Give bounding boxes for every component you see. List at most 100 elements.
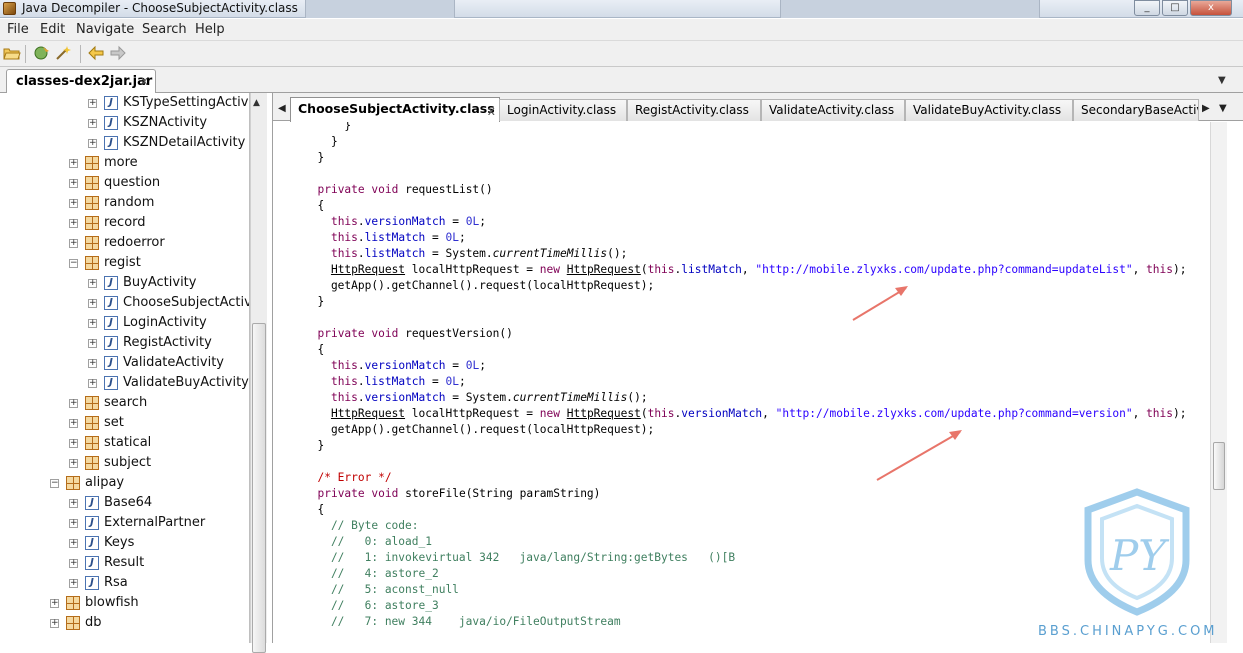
tree-node-record[interactable]: + record <box>69 214 249 234</box>
menu-help[interactable]: Help <box>195 22 225 37</box>
tree-node-base64[interactable]: + J Base64 <box>69 494 249 514</box>
tree-node-random[interactable]: + random <box>69 194 249 214</box>
tree-node-blowfish[interactable]: + blowfish <box>50 594 249 614</box>
chevron-down-icon[interactable]: ▼ <box>1218 75 1226 86</box>
expand-icon[interactable]: + <box>69 579 78 588</box>
tree-node-kstypesettingactivity[interactable]: + J KSTypeSettingActivity <box>88 94 249 114</box>
tab-label: LoginActivity.class <box>507 103 617 117</box>
search-wand-icon[interactable] <box>55 45 73 63</box>
tree-node-regist[interactable]: − regist <box>69 254 249 274</box>
scrollbar-thumb[interactable] <box>1213 442 1225 490</box>
code-view[interactable]: } } } private void requestList() { this.… <box>275 122 1210 643</box>
menu-navigate[interactable]: Navigate <box>76 22 134 37</box>
tab-choosesubjectactivity[interactable]: ChooseSubjectActivity.class x <box>290 97 500 122</box>
tree-node-label: blowfish <box>85 595 139 610</box>
code-line: // Byte code: <box>304 519 419 532</box>
expand-icon[interactable]: + <box>88 319 97 328</box>
expand-icon[interactable]: + <box>69 399 78 408</box>
tree-node-loginactivity[interactable]: + J LoginActivity <box>88 314 249 334</box>
expand-icon[interactable]: + <box>69 179 78 188</box>
tab-secondarybaseactivity[interactable]: SecondaryBaseActivit <box>1073 99 1199 121</box>
tree-node-registactivity[interactable]: + J RegistActivity <box>88 334 249 354</box>
tree-node-db[interactable]: + db <box>50 614 249 634</box>
back-arrow-icon[interactable] <box>87 45 105 63</box>
close-icon[interactable]: x <box>488 103 495 118</box>
tree-node-question[interactable]: + question <box>69 174 249 194</box>
code-line: // 4: astore_2 <box>304 567 439 580</box>
tree-node-result[interactable]: + J Result <box>69 554 249 574</box>
expand-icon[interactable]: + <box>88 139 97 148</box>
tree-node-rsa[interactable]: + J Rsa <box>69 574 249 594</box>
expand-icon[interactable]: + <box>69 499 78 508</box>
expand-icon[interactable]: + <box>69 559 78 568</box>
class-file-icon: J <box>85 496 99 510</box>
tree-node-externalpartner[interactable]: + J ExternalPartner <box>69 514 249 534</box>
collapse-icon[interactable]: − <box>50 479 59 488</box>
package-icon <box>85 196 99 210</box>
tab-scroll-right-icon[interactable]: ▶ <box>1202 103 1210 114</box>
menu-file[interactable]: File <box>7 22 29 37</box>
close-icon[interactable]: x <box>141 74 148 88</box>
code-line: HttpRequest localHttpRequest = new HttpR… <box>330 407 1187 420</box>
minimize-button[interactable]: _ <box>1134 0 1160 16</box>
tree-node-more[interactable]: + more <box>69 154 249 174</box>
expand-icon[interactable]: + <box>88 359 97 368</box>
tab-validateactivity[interactable]: ValidateActivity.class <box>761 99 905 121</box>
open-type-icon[interactable] <box>33 45 51 63</box>
tree-node-validateactivity[interactable]: + J ValidateActivity <box>88 354 249 374</box>
expand-icon[interactable]: + <box>69 419 78 428</box>
tree-node-redoerror[interactable]: + redoerror <box>69 234 249 254</box>
tree-node-search[interactable]: + search <box>69 394 249 414</box>
tree-node-set[interactable]: + set <box>69 414 249 434</box>
code-line: { <box>304 343 325 356</box>
open-file-icon[interactable] <box>3 45 21 63</box>
tree-node-keys[interactable]: + J Keys <box>69 534 249 554</box>
expand-icon[interactable]: + <box>88 379 97 388</box>
forward-arrow-icon[interactable] <box>109 45 127 63</box>
expand-icon[interactable]: + <box>88 339 97 348</box>
expand-icon[interactable]: + <box>69 219 78 228</box>
tree-node-subject[interactable]: + subject <box>69 454 249 474</box>
expand-icon[interactable]: + <box>88 99 97 108</box>
scrollbar-thumb[interactable] <box>252 323 266 653</box>
tab-registactivity[interactable]: RegistActivity.class <box>627 99 761 121</box>
tab-scroll-left-icon[interactable]: ◀ <box>278 103 286 114</box>
package-icon <box>85 256 99 270</box>
expand-icon[interactable]: + <box>69 539 78 548</box>
tree-node-statical[interactable]: + statical <box>69 434 249 454</box>
tree-node-alipay[interactable]: − alipay <box>50 474 249 494</box>
maximize-button[interactable]: □ <box>1162 0 1188 16</box>
tab-loginactivity[interactable]: LoginActivity.class <box>499 99 627 121</box>
tree-scrollbar[interactable]: ▲ <box>250 93 267 653</box>
expand-icon[interactable]: + <box>50 619 59 628</box>
expand-icon[interactable]: + <box>69 159 78 168</box>
tree-node-ksznactivity[interactable]: + J KSZNActivity <box>88 114 249 134</box>
menu-edit[interactable]: Edit <box>40 22 65 37</box>
collapse-icon[interactable]: − <box>69 259 78 268</box>
chevron-down-icon[interactable]: ▼ <box>1219 103 1227 114</box>
menu-search[interactable]: Search <box>142 22 187 37</box>
expand-icon[interactable]: + <box>88 299 97 308</box>
code-line: this.listMatch = 0L; <box>330 375 466 388</box>
tree-node-buyactivity[interactable]: + J BuyActivity <box>88 274 249 294</box>
code-scrollbar[interactable] <box>1210 122 1227 643</box>
tree-node-validatebuyactivity[interactable]: + J ValidateBuyActivity <box>88 374 249 394</box>
expand-icon[interactable]: + <box>50 599 59 608</box>
class-file-icon: J <box>104 276 118 290</box>
expand-icon[interactable]: + <box>88 119 97 128</box>
file-tab-classes-dex2jar[interactable]: classes-dex2jar.jar x <box>6 69 156 93</box>
class-file-icon: J <box>104 136 118 150</box>
expand-icon[interactable]: + <box>69 459 78 468</box>
tab-validatebuyactivity[interactable]: ValidateBuyActivity.class <box>905 99 1073 121</box>
tree-node-choosesubjectactivity[interactable]: + J ChooseSubjectActivity <box>88 294 249 314</box>
tree-node-kszndetailactivity[interactable]: + J KSZNDetailActivity <box>88 134 249 154</box>
close-window-button[interactable]: x <box>1190 0 1232 16</box>
scroll-up-icon[interactable]: ▲ <box>253 98 260 108</box>
tab-label: ValidateBuyActivity.class <box>913 103 1062 117</box>
expand-icon[interactable]: + <box>88 279 97 288</box>
expand-icon[interactable]: + <box>69 439 78 448</box>
expand-icon[interactable]: + <box>69 199 78 208</box>
expand-icon[interactable]: + <box>69 239 78 248</box>
tree-node-label: more <box>104 155 138 170</box>
expand-icon[interactable]: + <box>69 519 78 528</box>
